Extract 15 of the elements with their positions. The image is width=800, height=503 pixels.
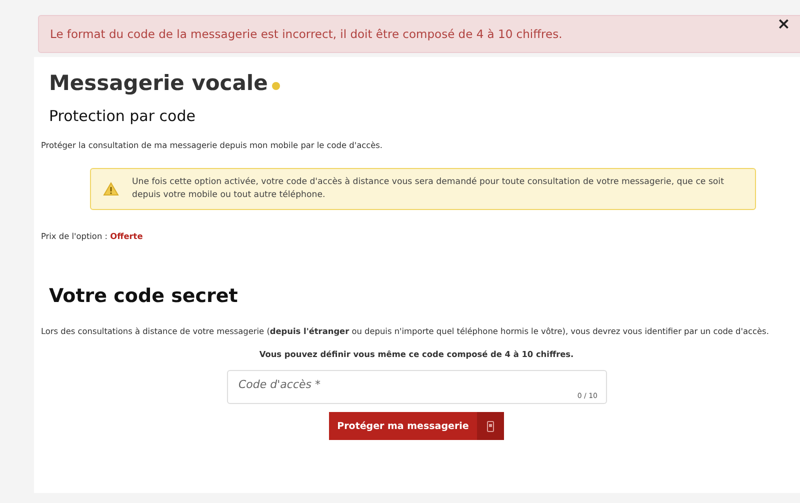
phone-icon <box>487 420 494 432</box>
price-label: Prix de l'option : <box>41 231 108 242</box>
hint-text: Vous pouvez définir vous même ce code composé de 4 à 10 chiffres. <box>258 348 575 360</box>
section-subtitle: Protection par code <box>49 107 196 125</box>
section-title: Votre code secret <box>49 285 239 308</box>
dot-icon <box>272 82 280 90</box>
warning-icon <box>103 182 119 196</box>
warning-text: Une fois cette option activée, votre code d'accès à distance vous sera demandé pour toute consultation de votre messagerie, que ce soit depuis votre mobile ou tout autre téléphone. <box>132 176 725 202</box>
alert-message: Le format du code de la messagerie est incorrect, il doit être composé de 4 à 10 chiffres. <box>50 27 562 41</box>
close-button[interactable]: × <box>777 14 790 33</box>
page-title: Messagerie vocale <box>49 71 268 95</box>
secret-text: Lors des consultations à distance de votre messagerie (depuis l'étranger ou depuis n'importe quel téléphone hormis le vôtre), vous devrez vous identifier par un code d'accès. <box>41 325 770 338</box>
protect-button[interactable]: Protéger ma messagerie <box>329 412 504 440</box>
price-value: Offerte <box>110 231 143 242</box>
intro-text: Protéger la consultation de ma messagerie depuis mon mobile par le code d'accès. <box>41 139 384 152</box>
